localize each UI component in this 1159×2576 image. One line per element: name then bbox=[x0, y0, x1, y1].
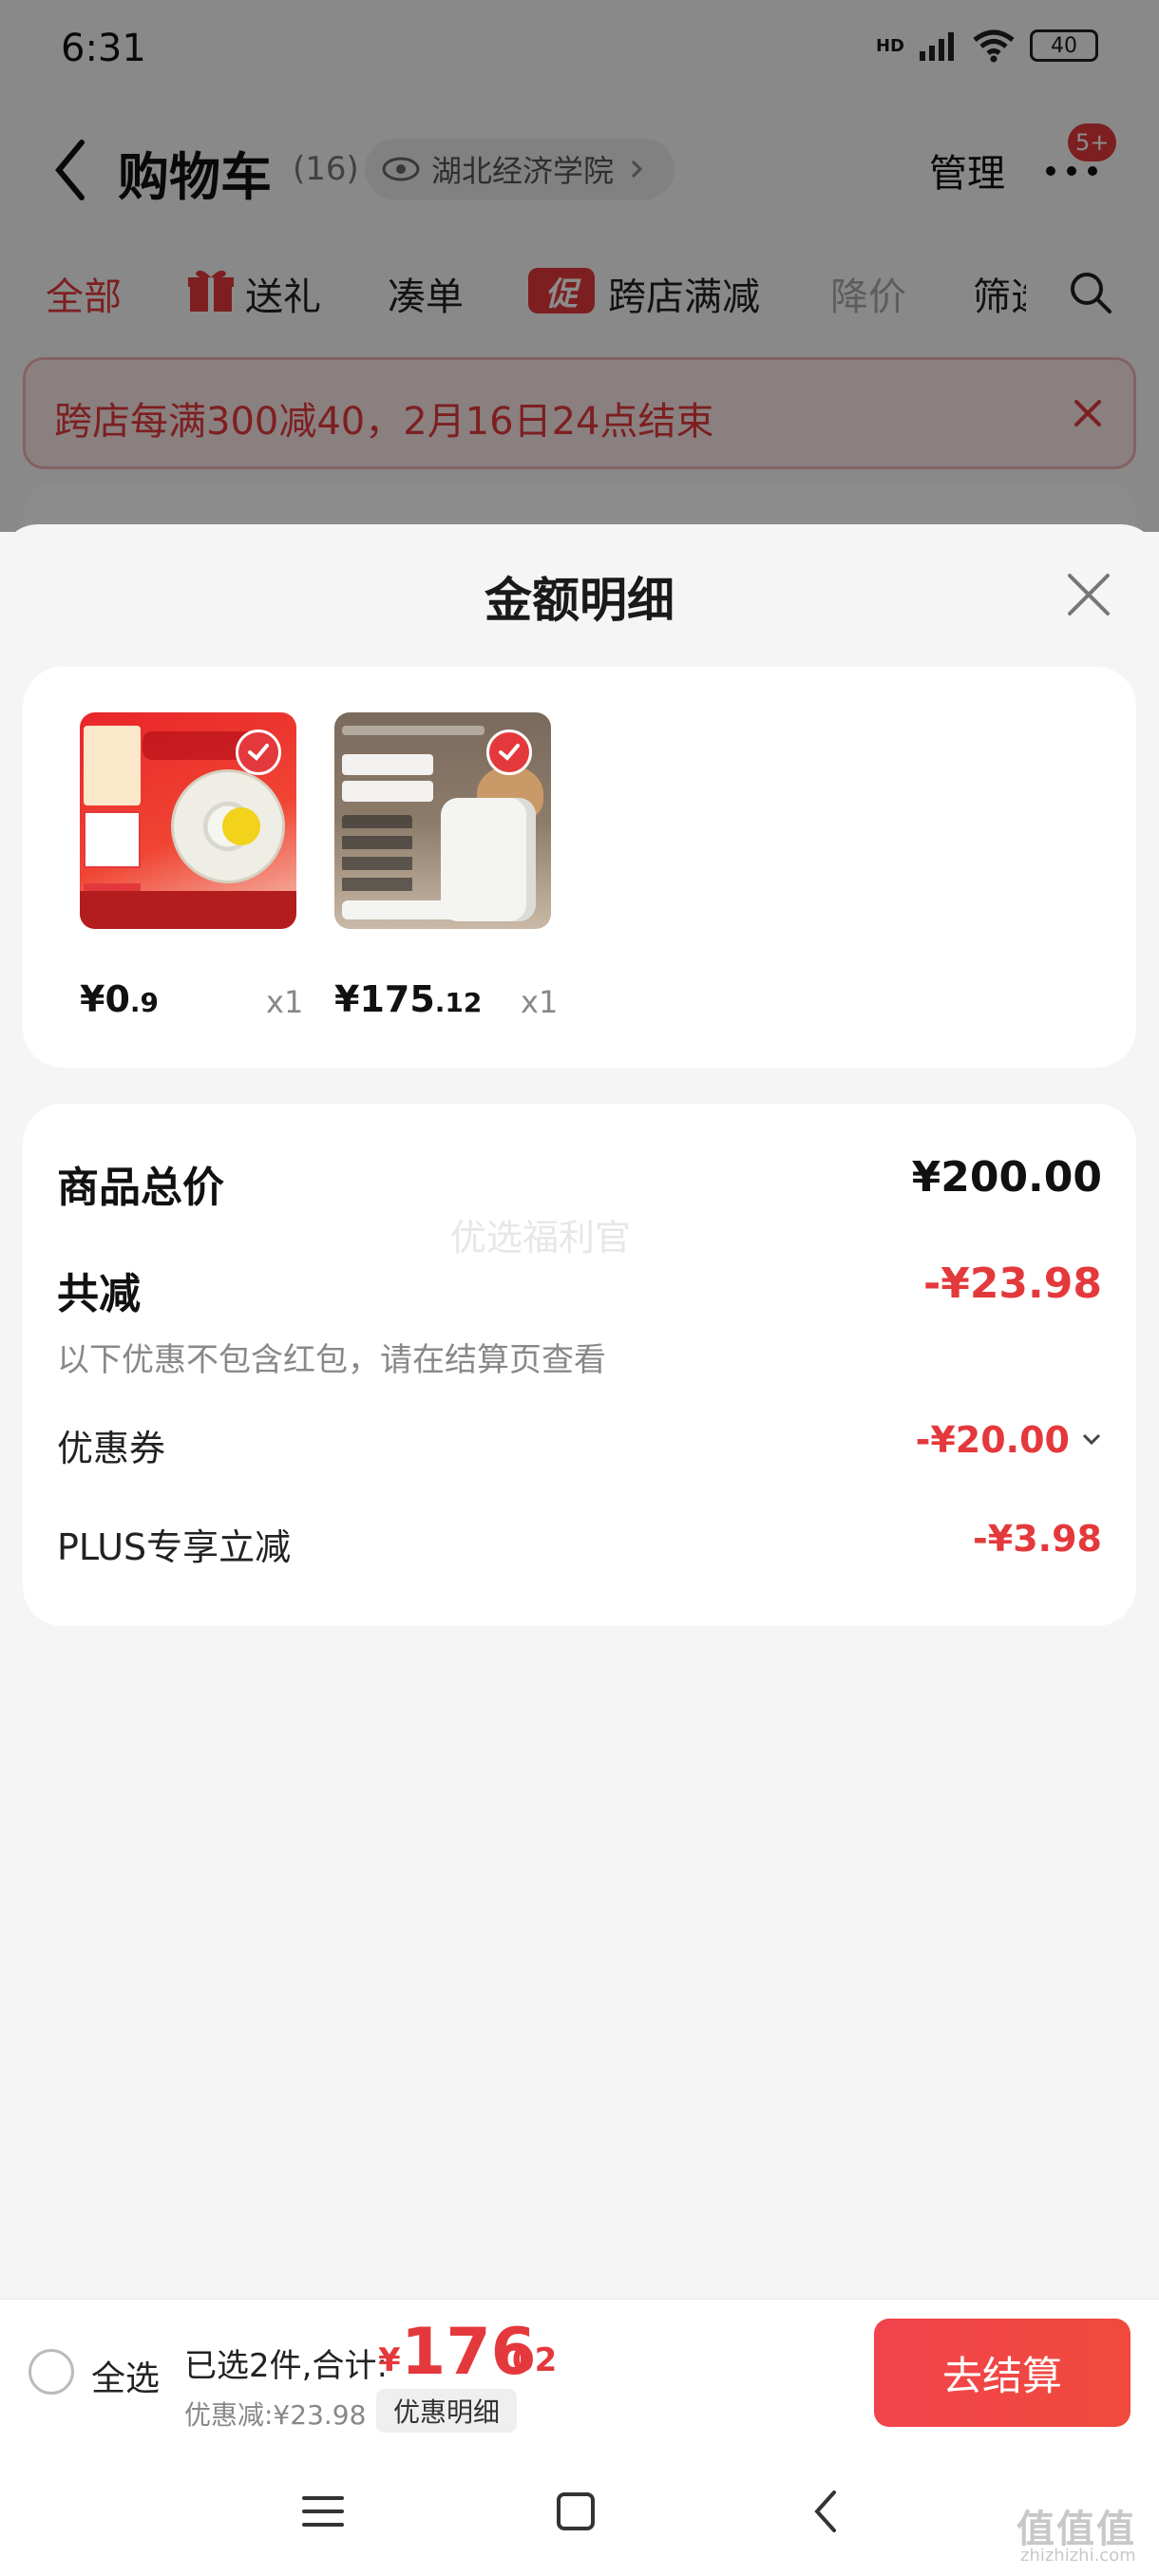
selected-count-text: 已选2件,合计: bbox=[184, 2347, 388, 2385]
system-nav-bar: 值值值 zhizhizhi.com bbox=[0, 2441, 1159, 2576]
discount-summary: 优惠减:¥23.98 bbox=[184, 2399, 367, 2431]
plus-discount-label: PLUS专享立减 bbox=[57, 1526, 292, 1568]
plus-discount-value: -¥3.98 bbox=[973, 1518, 1102, 1560]
product-price: ¥175.12 bbox=[334, 978, 483, 1020]
product-image-water-dispenser bbox=[334, 712, 551, 929]
price-summary-card: 优选福利官 商品总价 ¥200.00 共减 -¥23.98 以下优惠不包含红包，… bbox=[23, 1104, 1136, 1626]
product-image-tape bbox=[80, 712, 296, 929]
dim-overlay[interactable] bbox=[0, 0, 1159, 532]
discount-note: 以下优惠不包含红包，请在结算页查看 bbox=[57, 1341, 606, 1379]
checkmark-icon bbox=[236, 729, 281, 775]
site-watermark-url: zhizhizhi.com bbox=[1020, 2546, 1136, 2566]
checkout-bar: 全选 已选2件,合计: ¥ 176 .02 优惠减:¥23.98 优惠明细 去结… bbox=[0, 2299, 1159, 2441]
menu-icon[interactable] bbox=[300, 2489, 346, 2534]
subtotal-label: 商品总价 bbox=[57, 1164, 224, 1212]
home-icon[interactable] bbox=[553, 2489, 598, 2534]
checkout-button[interactable]: 去结算 bbox=[874, 2319, 1130, 2427]
chevron-down-icon[interactable] bbox=[1081, 1432, 1102, 1446]
discount-label: 共减 bbox=[57, 1270, 141, 1318]
product-quantity: x1 bbox=[521, 984, 559, 1020]
total-currency: ¥ bbox=[378, 2341, 401, 2379]
total-amount-decimal: .02 bbox=[500, 2341, 558, 2379]
discount-detail-button[interactable]: 优惠明细 bbox=[376, 2389, 518, 2433]
sheet-title: 金额明细 bbox=[484, 573, 674, 628]
amount-detail-sheet: 金额明细 ¥0.9 x1 ¥175.12 x1 优选福利官 商品总价 ¥200.… bbox=[0, 524, 1159, 2301]
discount-value: -¥23.98 bbox=[922, 1260, 1102, 1308]
product-quantity: x1 bbox=[266, 984, 304, 1020]
back-icon[interactable] bbox=[804, 2489, 849, 2534]
product-price: ¥0.9 bbox=[80, 978, 160, 1020]
coupon-value: -¥20.00 bbox=[915, 1419, 1070, 1461]
subtotal-value: ¥200.00 bbox=[911, 1153, 1102, 1202]
watermark-text: 优选福利官 bbox=[450, 1217, 632, 1259]
coupon-label: 优惠券 bbox=[57, 1428, 166, 1469]
close-icon[interactable] bbox=[1064, 570, 1113, 619]
checkmark-icon bbox=[486, 729, 532, 775]
select-all-label[interactable]: 全选 bbox=[91, 2351, 160, 2400]
selected-products-card: ¥0.9 x1 ¥175.12 x1 bbox=[23, 667, 1136, 1068]
select-all-checkbox[interactable] bbox=[28, 2349, 74, 2395]
